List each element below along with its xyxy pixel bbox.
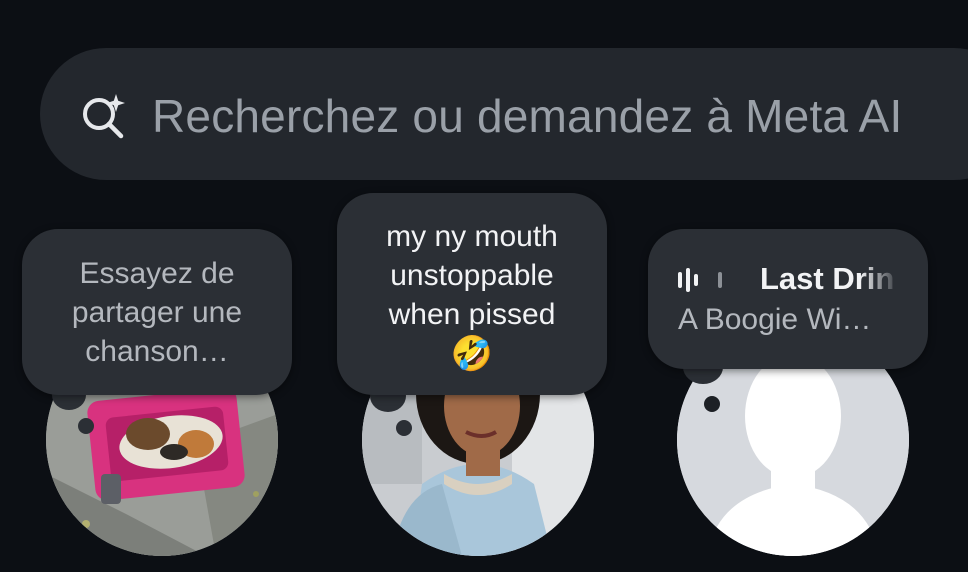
title-fade [860, 257, 900, 317]
note-tail-dot [396, 420, 412, 436]
rofl-emoji: 🤣 [450, 334, 494, 374]
note-bubble-3[interactable]: Last Drin A Boogie Wi… [648, 229, 928, 369]
note-tail-dot [704, 396, 720, 412]
music-bars-icon [678, 268, 722, 292]
search-input-placeholder[interactable]: Recherchez ou demandez à Meta AI [152, 86, 903, 146]
meta-ai-search-icon[interactable] [80, 92, 128, 140]
song-artist: A Boogie Wi… [678, 303, 872, 336]
note-text-2: my ny mouth unstoppable when pissed [386, 220, 558, 331]
messenger-notes-screen: Recherchez ou demandez à Meta AI Essayez… [0, 0, 968, 572]
note-text-1: Essayez de partager une chanson… [71, 257, 243, 368]
note-bubble-2[interactable]: my ny mouth unstoppable when pissed 🤣 [337, 193, 607, 395]
note-tail-dot [78, 418, 94, 434]
note-bubble-1[interactable]: Essayez de partager une chanson… [22, 229, 292, 395]
